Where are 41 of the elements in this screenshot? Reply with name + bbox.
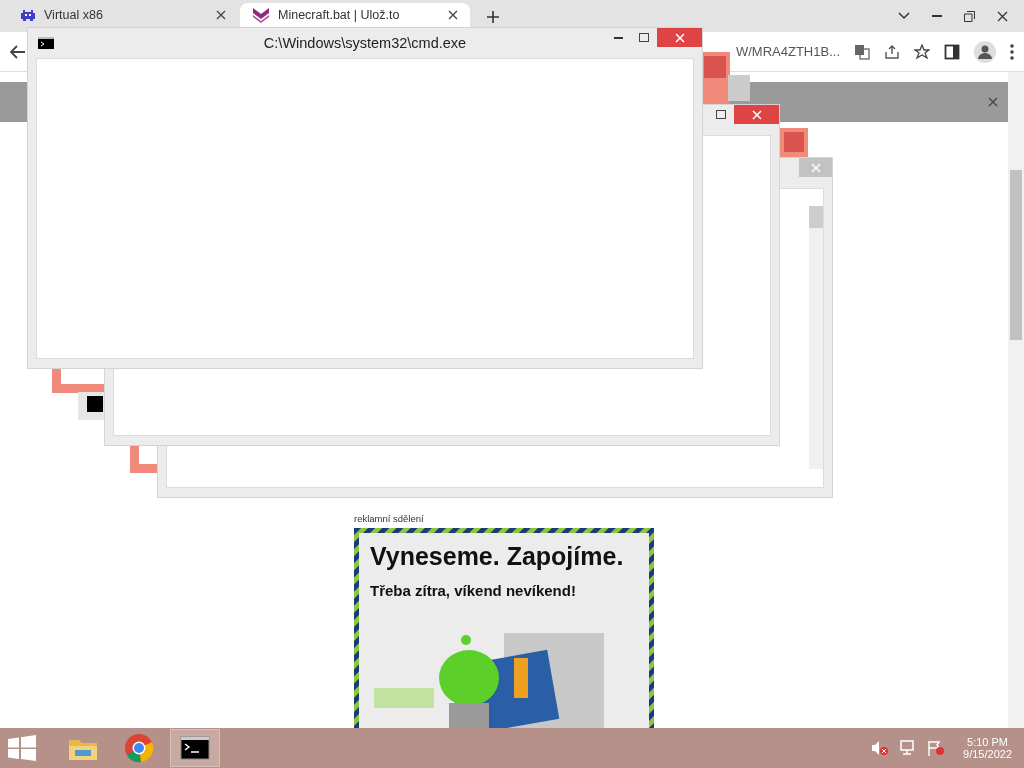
windows-start-icon[interactable] — [8, 735, 36, 761]
back-icon[interactable] — [10, 44, 26, 59]
translate-icon[interactable] — [854, 43, 870, 60]
sidebar-icon[interactable] — [944, 43, 960, 60]
ad-label: reklamní sdělení — [354, 513, 425, 524]
restore-icon[interactable] — [964, 10, 975, 22]
maximize-icon — [639, 33, 649, 42]
invader-icon — [20, 7, 36, 23]
window-title: C:\Windows\system32\cmd.exe — [263, 35, 467, 51]
close-icon[interactable] — [997, 10, 1008, 22]
ad-headline: Vyneseme. Zapojíme. — [370, 542, 624, 571]
chevron-logo-icon — [252, 7, 270, 23]
browser-tab[interactable]: Minecraft.bat | Ulož.to — [240, 3, 470, 27]
new-tab-icon[interactable] — [486, 10, 500, 24]
profile-icon[interactable] — [974, 40, 996, 63]
chevron-down-icon[interactable] — [898, 12, 910, 20]
minimize-icon — [613, 36, 623, 39]
share-icon[interactable] — [884, 43, 900, 60]
close-icon — [751, 109, 762, 120]
taskbar-button[interactable] — [170, 729, 220, 767]
clock-date: 9/15/2022 — [963, 748, 1012, 760]
close-icon — [674, 32, 685, 43]
terminal-icon — [38, 37, 54, 49]
chrome-icon — [124, 733, 154, 763]
address-text[interactable]: W/MRA4ZTH1B... — [736, 44, 840, 59]
clock-time: 5:10 PM — [967, 736, 1008, 748]
ad-subline: Třeba zítra, víkend nevíkend! — [370, 582, 576, 599]
tab-close-icon[interactable] — [216, 10, 226, 20]
tab-close-icon[interactable] — [448, 10, 458, 20]
terminal-icon — [180, 736, 210, 760]
browser-tab[interactable]: Virtual x86 — [8, 3, 238, 27]
close-icon — [810, 162, 821, 173]
scrollbar[interactable] — [1008, 72, 1024, 728]
banner-close-icon[interactable] — [988, 97, 998, 107]
muted-speaker-icon[interactable] — [871, 740, 890, 756]
menu-icon[interactable] — [1010, 43, 1014, 60]
flag-icon[interactable] — [927, 740, 946, 756]
window-trail — [780, 128, 808, 158]
maximize-icon — [716, 110, 726, 119]
star-icon[interactable] — [914, 43, 930, 60]
scrollbar[interactable] — [809, 206, 823, 469]
